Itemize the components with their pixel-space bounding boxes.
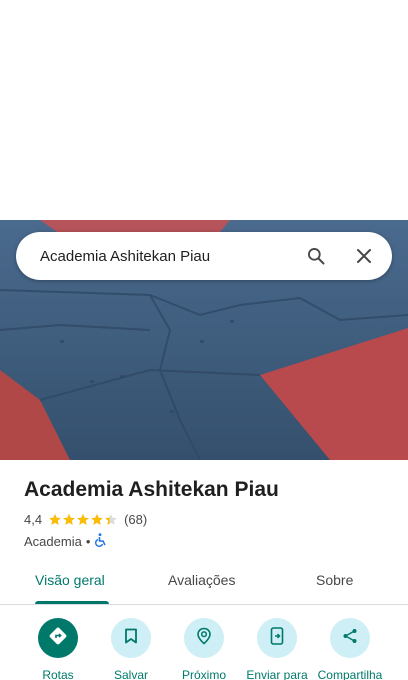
- share-label: Compartilha: [317, 668, 383, 680]
- tab-overview[interactable]: Visão geral: [35, 572, 105, 588]
- close-icon[interactable]: [340, 232, 388, 280]
- send-to-phone-button[interactable]: Enviar para: [237, 618, 317, 680]
- rating-row[interactable]: 4,4 (68): [24, 512, 147, 527]
- category-row: Academia •: [24, 533, 107, 550]
- directions-label: Rotas: [42, 668, 74, 680]
- place-tabs: Visão geral Avaliações Sobre: [0, 560, 408, 605]
- place-category: Academia: [24, 534, 82, 549]
- star-icon: [105, 513, 117, 525]
- active-tab-indicator: [35, 601, 109, 604]
- action-buttons: Rotas Salvar Próximo Enviar para Compart…: [0, 618, 408, 680]
- star-icon: [77, 513, 89, 525]
- tab-about[interactable]: Sobre: [316, 572, 353, 588]
- save-button[interactable]: Salvar: [91, 618, 171, 680]
- search-bar[interactable]: Academia Ashitekan Piau: [16, 232, 392, 280]
- tab-reviews[interactable]: Avaliações: [168, 572, 235, 588]
- map-blank-area: [0, 0, 408, 220]
- nearby-icon: [195, 627, 213, 650]
- send-to-phone-label: Enviar para: [246, 668, 308, 680]
- rating-value: 4,4: [24, 512, 43, 527]
- search-icon[interactable]: [292, 232, 340, 280]
- nearby-label: Próximo: [181, 668, 226, 680]
- star-icon: [49, 513, 61, 525]
- send-to-phone-icon: [270, 626, 284, 650]
- separator-dot: •: [85, 534, 91, 549]
- directions-icon: [48, 626, 68, 651]
- share-icon: [342, 628, 358, 649]
- star-rating: [48, 513, 118, 526]
- star-icon: [91, 513, 103, 525]
- reviews-count: (68): [124, 512, 148, 527]
- place-title: Academia Ashitekan Piau: [24, 478, 279, 501]
- star-icon: [63, 513, 75, 525]
- nearby-button[interactable]: Próximo: [164, 618, 244, 680]
- save-label: Salvar: [113, 668, 148, 680]
- directions-button[interactable]: Rotas: [18, 618, 98, 680]
- search-input[interactable]: Academia Ashitekan Piau: [16, 248, 292, 265]
- bookmark-icon: [124, 628, 138, 649]
- wheelchair-accessible-icon: [94, 533, 107, 550]
- share-button[interactable]: Compartilha: [310, 618, 390, 680]
